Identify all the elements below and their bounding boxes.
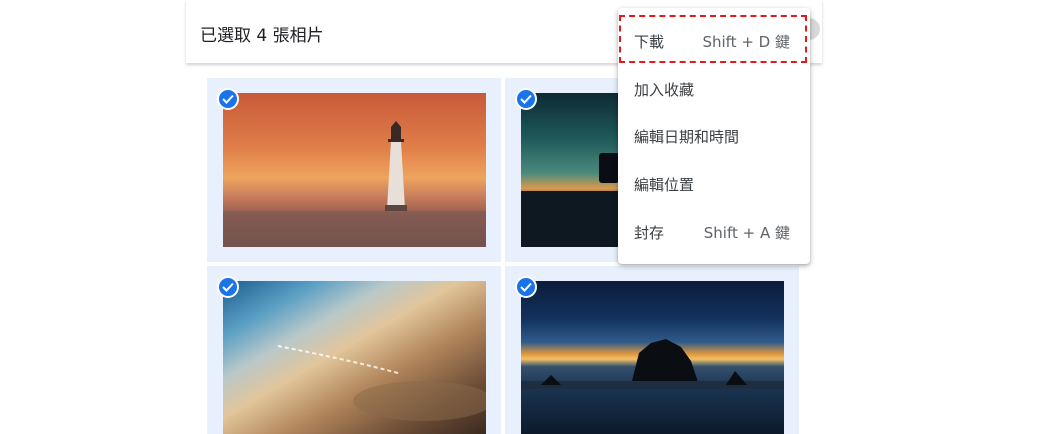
selection-count-title: 已選取 4 張相片 xyxy=(200,26,324,46)
menu-item-download[interactable]: 下載 Shift + D 鍵 xyxy=(618,16,810,64)
menu-item-label: 加入收藏 xyxy=(634,81,695,99)
menu-item-label: 編輯日期和時間 xyxy=(634,128,740,146)
selected-check-icon[interactable] xyxy=(515,276,537,298)
clouds-image xyxy=(277,345,486,421)
menu-item-label: 編輯位置 xyxy=(634,176,695,194)
selected-check-icon[interactable] xyxy=(515,88,537,110)
photo-tile-1[interactable] xyxy=(207,78,501,262)
menu-item-edit-location[interactable]: 編輯位置 xyxy=(618,159,810,207)
sea-stack-image xyxy=(521,339,784,389)
photo-tile-3[interactable] xyxy=(207,266,501,434)
menu-item-shortcut: Shift + D 鍵 xyxy=(702,33,790,51)
photo-clouds[interactable] xyxy=(223,281,486,434)
lighthouse-image xyxy=(223,121,486,247)
menu-item-edit-date-time[interactable]: 編輯日期和時間 xyxy=(618,111,810,159)
photo-tile-4[interactable] xyxy=(505,266,799,434)
selected-check-icon[interactable] xyxy=(217,88,239,110)
menu-item-archive[interactable]: 封存 Shift + A 鍵 xyxy=(618,207,810,255)
menu-item-label: 封存 xyxy=(634,224,665,242)
selected-check-icon[interactable] xyxy=(217,276,239,298)
more-options-menu: 下載 Shift + D 鍵 加入收藏 編輯日期和時間 編輯位置 封存 Shif… xyxy=(618,8,810,264)
photo-lighthouse[interactable] xyxy=(223,93,486,247)
menu-item-add-to-favorites[interactable]: 加入收藏 xyxy=(618,64,810,112)
photo-sea-stack[interactable] xyxy=(521,281,784,434)
menu-item-shortcut: Shift + A 鍵 xyxy=(703,224,790,242)
menu-item-label: 下載 xyxy=(634,33,665,51)
